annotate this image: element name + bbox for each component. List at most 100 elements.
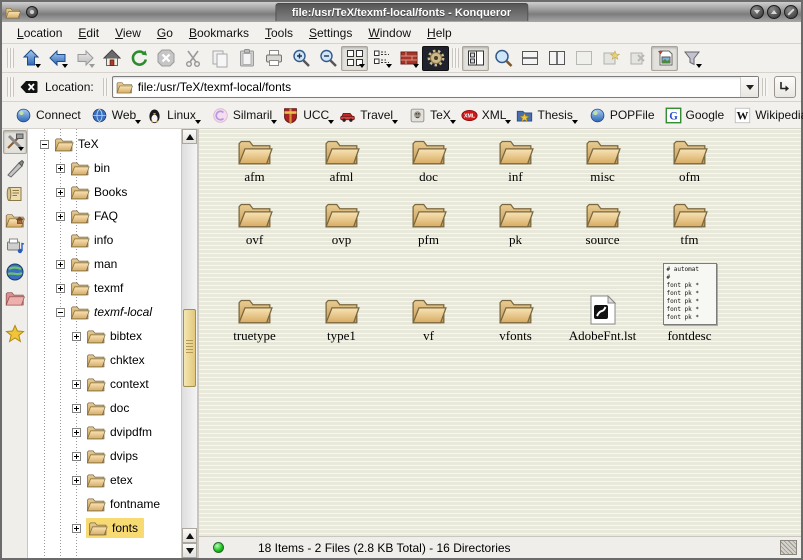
tree-item-bibtex[interactable]: bibtex [28, 324, 181, 348]
tree-item-man[interactable]: man [28, 252, 181, 276]
cut-button[interactable] [179, 46, 206, 71]
find-file-button[interactable] [489, 46, 516, 71]
menu-settings[interactable]: Settings [302, 24, 359, 42]
file-item[interactable]: inf [472, 136, 559, 199]
scroll-up-button-2[interactable] [182, 528, 197, 543]
scrollbar-track[interactable] [182, 144, 197, 528]
zoom-out-button[interactable] [314, 46, 341, 71]
bookmark-silmaril[interactable]: Silmaril [207, 105, 277, 126]
file-item[interactable]: pfm [385, 199, 472, 262]
bookmark-wikipedia[interactable]: W Wikipedia [729, 105, 803, 126]
zoom-in-button[interactable] [287, 46, 314, 71]
tree-item-fontname[interactable]: fontname [28, 492, 181, 516]
new-tab-button[interactable] [597, 46, 624, 71]
scrollbar-thumb[interactable] [183, 309, 196, 387]
clear-location-button[interactable] [17, 75, 41, 100]
split-left-right-button[interactable] [543, 46, 570, 71]
sidebar-pen-button[interactable] [3, 156, 27, 180]
expand-icon[interactable] [72, 524, 81, 533]
file-item[interactable]: source [559, 199, 646, 262]
expand-icon[interactable] [72, 332, 81, 341]
expand-icon[interactable] [72, 452, 81, 461]
tree-item-books[interactable]: Books [28, 180, 181, 204]
tree-item-fonts-selected[interactable]: fonts [28, 516, 181, 540]
split-top-bottom-button[interactable] [516, 46, 543, 71]
location-combobox[interactable]: file:/usr/TeX/texmf-local/fonts [112, 76, 759, 98]
expand-icon[interactable] [56, 260, 65, 269]
filter-button[interactable] [678, 46, 705, 71]
tree-item-texmf-local[interactable]: texmf-local [28, 300, 181, 324]
bookmark-popfile[interactable]: POPFile [584, 105, 660, 126]
sidebar-home-button[interactable] [3, 208, 27, 232]
toolbar-handle[interactable] [7, 48, 14, 68]
titlebar[interactable]: file:/usr/TeX/texmf-local/fonts - Konque… [2, 2, 801, 22]
menu-window[interactable]: Window [361, 24, 418, 42]
expand-icon[interactable] [72, 380, 81, 389]
tree-item-dvips[interactable]: dvips [28, 444, 181, 468]
minimize-button[interactable] [750, 5, 764, 19]
expand-icon[interactable] [56, 164, 65, 173]
tree-item-etex[interactable]: etex [28, 468, 181, 492]
sidebar-bookmarks-button[interactable] [3, 322, 27, 346]
bookmark-tex[interactable]: TeX [404, 105, 456, 126]
tree-item-chktex[interactable]: chktex [28, 348, 181, 372]
tree-scrollbar[interactable] [181, 129, 197, 558]
menu-help[interactable]: Help [420, 24, 459, 42]
close-button[interactable] [784, 5, 798, 19]
file-item[interactable]: type1 [298, 295, 385, 344]
collapse-icon[interactable] [56, 308, 65, 317]
file-item[interactable]: afm [211, 136, 298, 199]
paste-button[interactable] [233, 46, 260, 71]
expand-icon[interactable] [56, 188, 65, 197]
show-sidebar-button[interactable] [462, 46, 489, 71]
print-button[interactable] [260, 46, 287, 71]
collapse-icon[interactable] [40, 140, 49, 149]
bookmark-connect[interactable]: Connect [10, 105, 86, 126]
location-dropdown-button[interactable] [740, 77, 758, 97]
go-button[interactable] [774, 76, 796, 98]
toolbar-handle[interactable] [7, 77, 14, 97]
bookmark-web[interactable]: Web [86, 105, 141, 126]
expand-icon[interactable] [72, 404, 81, 413]
file-item[interactable]: AdobeFnt.lst [559, 295, 646, 344]
file-item[interactable]: # automat # font pk * font pk * font pk … [646, 263, 733, 344]
tree-item-bin[interactable]: bin [28, 156, 181, 180]
file-icon-view[interactable]: afm afml doc inf misc ofm ovf ovp pfm pk… [199, 129, 801, 536]
back-button[interactable] [44, 46, 71, 71]
location-input[interactable]: file:/usr/TeX/texmf-local/fonts [138, 80, 740, 94]
file-item[interactable]: tfm [646, 199, 733, 262]
menu-view[interactable]: View [108, 24, 148, 42]
file-item[interactable]: misc [559, 136, 646, 199]
sidebar-root-folder-button[interactable] [3, 286, 27, 310]
bookmark-ucc[interactable]: UCC [277, 105, 334, 126]
expand-icon[interactable] [72, 428, 81, 437]
expand-icon[interactable] [72, 476, 81, 485]
icon-view-button[interactable] [341, 46, 368, 71]
home-button[interactable] [98, 46, 125, 71]
file-item[interactable]: vf [385, 295, 472, 344]
maximize-button[interactable] [767, 5, 781, 19]
bookmark-google[interactable]: G Google [660, 105, 730, 126]
file-item[interactable]: vfonts [472, 295, 559, 344]
menu-go[interactable]: Go [150, 24, 180, 42]
menu-location[interactable]: Location [10, 24, 69, 42]
menu-bookmarks[interactable]: Bookmarks [182, 24, 256, 42]
show-previews-button[interactable] [651, 46, 678, 71]
file-item[interactable]: doc [385, 136, 472, 199]
tree-item-texmf[interactable]: texmf [28, 276, 181, 300]
file-item[interactable]: ovp [298, 199, 385, 262]
tree-item-tex[interactable]: TeX [28, 132, 181, 156]
embedded-gear-button[interactable] [422, 46, 449, 71]
bookmark-xml[interactable]: XML XML [456, 105, 512, 126]
bookmark-wall-button[interactable] [395, 46, 422, 71]
menu-tools[interactable]: Tools [258, 24, 300, 42]
sidebar-configure-button[interactable] [3, 130, 27, 154]
tree-item-faq[interactable]: FAQ [28, 204, 181, 228]
file-item[interactable]: truetype [211, 295, 298, 344]
resize-grip-icon[interactable] [780, 540, 797, 555]
stop-button[interactable] [152, 46, 179, 71]
reload-button[interactable] [125, 46, 152, 71]
file-item[interactable]: ovf [211, 199, 298, 262]
remove-view-button[interactable] [570, 46, 597, 71]
bookmark-thesis[interactable]: Thesis [511, 105, 577, 126]
